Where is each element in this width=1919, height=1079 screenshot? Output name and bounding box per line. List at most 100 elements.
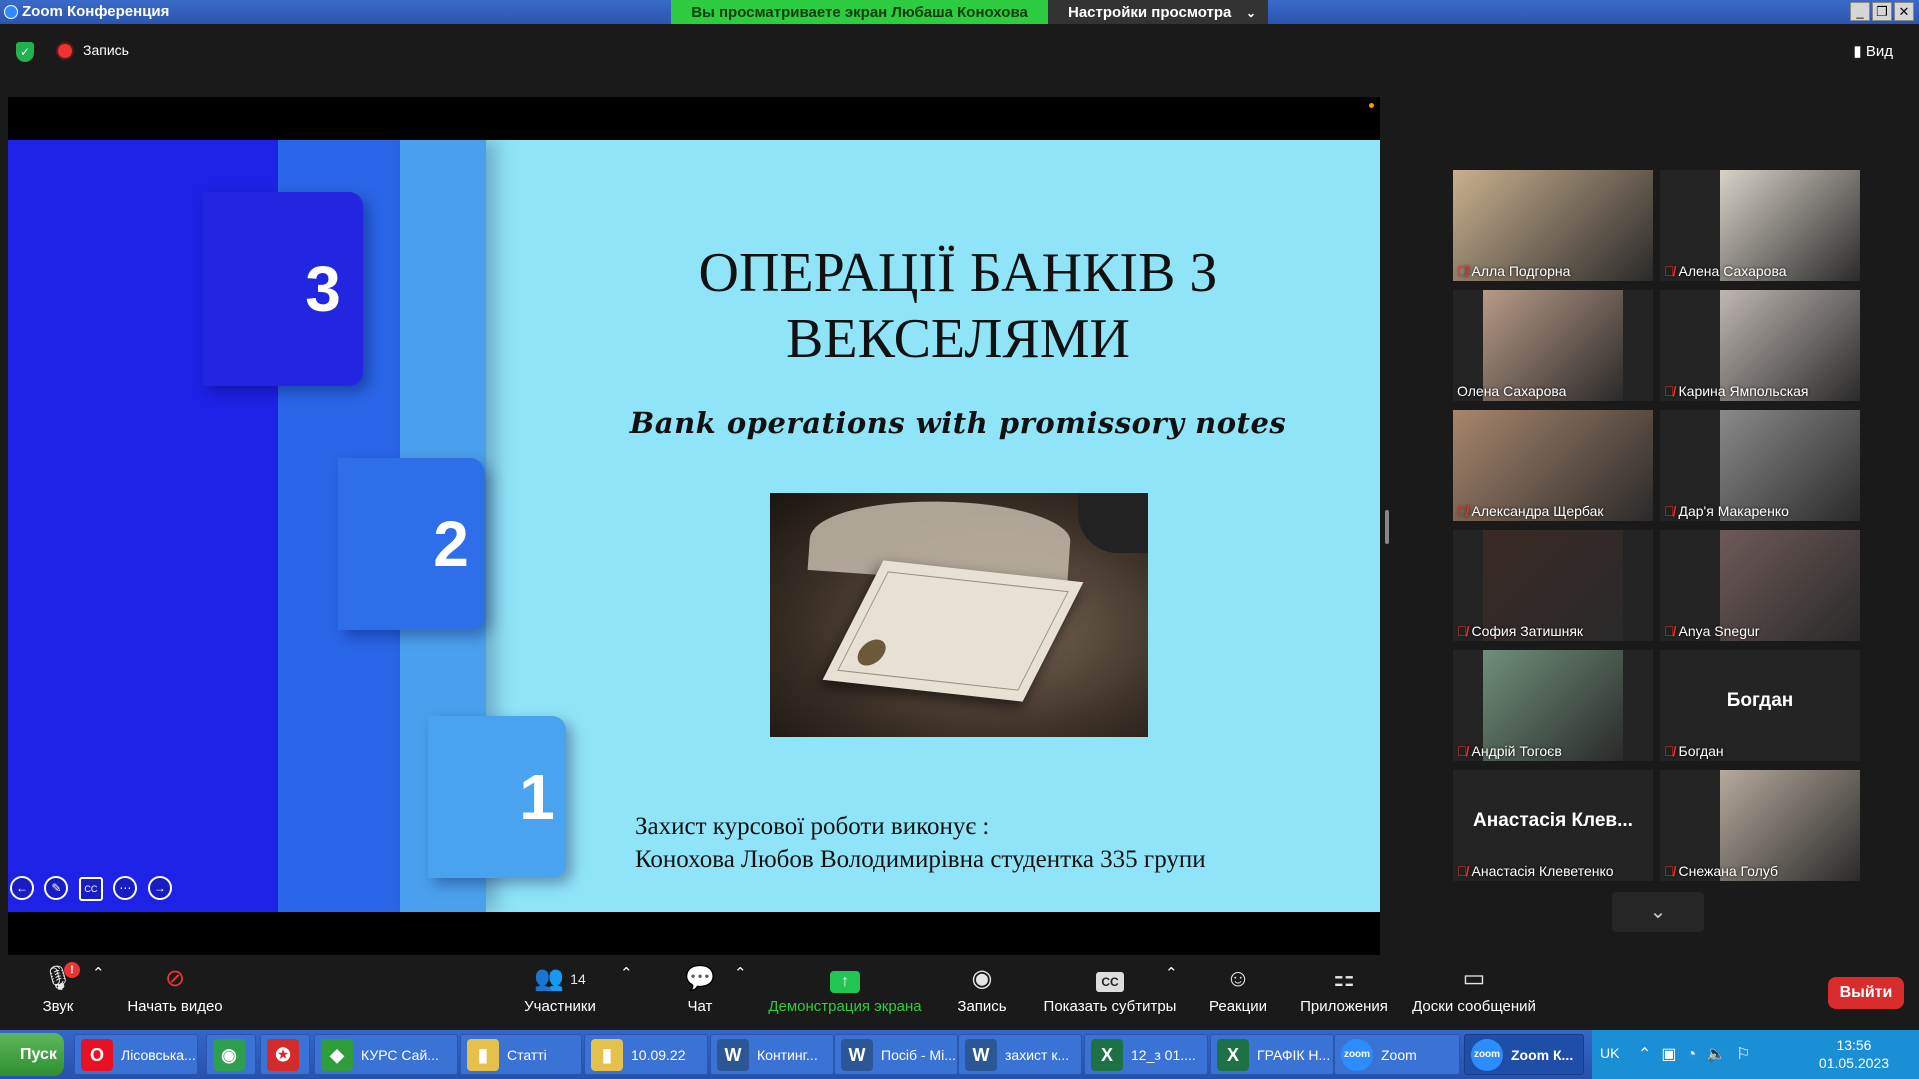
footer-line: Захист курсової роботи виконує : [635,813,990,840]
taskbar-item[interactable]: ◉ [206,1034,256,1075]
promissory-note-photo [770,493,1148,737]
participant-tile[interactable]: Анастасія Клев... 🎙̸ Анастасія Клеветенко [1453,770,1653,881]
slide-tab-2: 2 [338,458,484,630]
presentation-slide: 3 2 1 ОПЕРАЦІЇ БАНКІВ З ВЕКСЕЛЯМИ Bank o… [8,140,1380,912]
taskbar-item-label: 10.09.22 [631,1047,686,1063]
participants-label: Участники [524,998,596,1015]
muted-mic-icon: 🎙̸ [1457,623,1468,639]
reactions-button[interactable]: ☺ Реакции [1202,964,1274,1015]
participant-tile[interactable]: 🎙̸ Александра Щербак [1453,410,1653,521]
participant-name: 🎙̸ Алла Подгорна [1457,263,1570,279]
chat-button[interactable]: 💬 Чат [678,964,722,1015]
participant-display-name: Богдан [1726,690,1794,711]
muted-mic-icon: 🎙̸ [1457,863,1468,879]
participant-tile[interactable]: 🎙̸ Снежана Голуб [1660,770,1860,881]
apps-button[interactable]: ⚏ Приложения [1296,964,1392,1015]
taskbar-item[interactable]: ✪ [260,1034,310,1075]
taskbar-app-icon: ◆ [321,1039,353,1071]
participant-tile[interactable]: 🎙̸ Дар'я Макаренко [1660,410,1860,521]
chat-icon: 💬 [685,965,715,992]
apps-label: Приложения [1300,998,1388,1015]
view-label: Вид [1865,43,1893,60]
slide-title-line: ОПЕРАЦІЇ БАНКІВ З [698,242,1218,304]
participant-name: 🎙̸ Анастасія Клеветенко [1457,863,1614,879]
taskbar-item[interactable]: ▮ 10.09.22 [584,1034,708,1075]
participant-tile[interactable]: 🎙̸ София Затишняк [1453,530,1653,641]
taskbar-item[interactable]: zoom Zoom К... [1464,1034,1584,1075]
participant-tile[interactable]: 🎙̸ Anya Snegur [1660,530,1860,641]
recording-icon[interactable] [58,44,72,58]
photo-mouse-shape [1078,493,1148,553]
participant-tile[interactable]: Богдан 🎙̸ Богдан [1660,650,1860,761]
captions-icon[interactable]: CC [78,877,103,901]
whiteboard-icon: ▭ [1462,965,1486,992]
taskbar-item[interactable]: ◆ КУРС Сай... [314,1034,458,1075]
pen-icon[interactable]: ✎ [44,876,69,900]
taskbar-item-label: 12_з 01.... [1131,1047,1196,1063]
windows-taskbar: Пуск O Лісовська... ◉ ✪ ◆ КУРС Сай... ▮ Статті ▮… [0,1030,1919,1079]
participant-name: 🎙̸ Андрій Тогоєв [1457,743,1562,759]
muted-mic-icon: 🎙̸ [1457,263,1468,279]
restore-button[interactable]: ❐ [1872,2,1892,21]
show-captions-label: Показать субтитры [1043,998,1177,1015]
start-button[interactable]: Пуск [0,1033,64,1076]
view-button[interactable]: ▮ Вид [1853,42,1893,60]
clock[interactable]: 13:56 01.05.2023 [1819,1036,1889,1072]
audio-options-caret[interactable]: ⌃ [92,964,105,982]
taskbar-item[interactable]: W Континг... [710,1034,834,1075]
minimize-button[interactable]: _ [1850,2,1870,21]
slide-title-line: ВЕКСЕЛЯМИ [786,308,1130,370]
participant-name-label: Александра Щербак [1471,503,1604,519]
slide-tab-1: 1 [428,716,566,878]
participant-tile[interactable]: 🎙̸ Алена Сахарова [1660,170,1860,281]
taskbar-item[interactable]: X 12_з 01.... [1084,1034,1208,1075]
taskbar-app-icon: W [841,1039,873,1071]
participant-name: 🎙̸ София Затишняк [1457,623,1583,639]
slide-subtitle: Bank operations with promissory notes [629,406,1287,440]
participant-tile[interactable]: Олена Сахарова [1453,290,1653,401]
audio-button[interactable]: 🎙! Звук [36,962,80,1015]
whiteboards-button[interactable]: ▭ Доски сообщений [1408,964,1540,1015]
language-indicator[interactable]: UK [1600,1045,1619,1061]
audio-label: Звук [42,998,74,1015]
prev-slide-icon[interactable]: ← [10,876,34,900]
participant-tile[interactable]: 🎙̸ Андрій Тогоєв [1453,650,1653,761]
next-slide-icon[interactable]: → [147,876,172,900]
tray-icons[interactable]: ⌃▣◔🔈⚐ [1638,1044,1760,1064]
close-button[interactable]: ✕ [1894,2,1914,21]
record-label: Запись [957,998,1007,1015]
share-screen-button[interactable]: ↑ Демонстрация экрана [762,964,928,1015]
whiteboards-label: Доски сообщений [1412,998,1536,1015]
gallery-next-page-button[interactable]: ⌄ [1612,892,1704,932]
taskbar-app-icon: W [717,1039,749,1071]
leave-button[interactable]: Выйти [1828,977,1904,1009]
taskbar-item[interactable]: X ГРАФІК Н... [1210,1034,1334,1075]
taskbar-item[interactable]: ▮ Статті [460,1034,582,1075]
show-captions-button[interactable]: CC Показать субтитры [1040,964,1180,1015]
taskbar-item[interactable]: O Лісовська... [74,1034,198,1075]
chevron-down-icon: ⌄ [1245,6,1256,20]
taskbar-item[interactable]: zoom Zoom [1334,1034,1460,1075]
participant-name: 🎙̸ Алена Сахарова [1664,263,1787,279]
participant-name: 🎙̸ Anya Snegur [1664,623,1759,639]
participants-options-caret[interactable]: ⌃ [620,964,633,982]
captions-options-caret[interactable]: ⌃ [1165,964,1178,982]
participants-button[interactable]: 👥 14 Участники [520,964,600,1015]
record-button[interactable]: ◉ Запись [950,964,1014,1015]
participant-name: 🎙̸ Александра Щербак [1457,503,1604,519]
microphone-icon: 🎙! [36,962,80,994]
view-settings-menu[interactable]: Настройки просмотра ⌄ [1048,0,1268,26]
more-icon[interactable]: ⋯ [113,876,138,900]
participant-tile[interactable]: 🎙̸ Алла Подгорна [1453,170,1653,281]
taskbar-item[interactable]: W Посіб - Mi... [834,1034,958,1075]
chat-options-caret[interactable]: ⌃ [734,964,747,982]
splitter-handle[interactable] [1385,510,1389,544]
taskbar-item[interactable]: Wзахист к... [958,1034,1082,1075]
shield-icon[interactable]: ✓ [16,42,34,62]
muted-mic-icon: 🎙̸ [1664,623,1675,639]
muted-mic-icon: 🎙̸ [1457,503,1468,519]
clock-time: 13:56 [1836,1037,1872,1053]
muted-mic-icon: 🎙̸ [1664,503,1675,519]
start-video-button[interactable]: ⊘ Начать видео [120,964,230,1015]
participant-tile[interactable]: 🎙̸ Карина Ямпольская [1660,290,1860,401]
